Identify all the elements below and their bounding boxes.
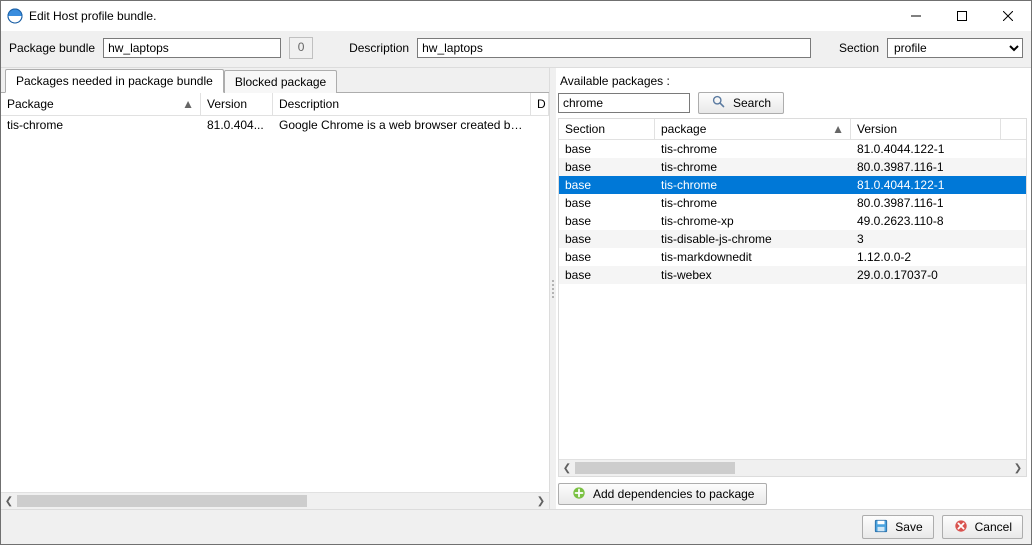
tabs: Packages needed in package bundle Blocke… [1, 68, 549, 93]
cancel-button[interactable]: Cancel [942, 515, 1023, 539]
section-select[interactable]: profile [887, 38, 1023, 58]
table-row[interactable]: basetis-chrome81.0.4044.122-1 [559, 176, 1026, 194]
table-row[interactable]: basetis-webex29.0.0.17037-0 [559, 266, 1026, 284]
save-button[interactable]: Save [862, 515, 933, 539]
maximize-button[interactable] [939, 1, 985, 31]
col-package[interactable]: Package ▲ [1, 93, 201, 115]
description-label: Description [349, 41, 409, 55]
col-section[interactable]: Section [559, 119, 655, 139]
col-description[interactable]: Description [273, 93, 531, 115]
titlebar: Edit Host profile bundle. [1, 1, 1031, 31]
needed-grid-body: tis-chrome81.0.404...Google Chrome is a … [1, 116, 549, 492]
col-version[interactable]: Version [201, 93, 273, 115]
description-input[interactable] [417, 38, 811, 58]
plus-icon [571, 486, 587, 502]
scroll-left-icon[interactable]: ❮ [1, 493, 17, 509]
sort-asc-icon: ▲ [832, 122, 844, 136]
close-button[interactable] [985, 1, 1031, 31]
needed-grid: Package ▲ Version Description D tis-chro… [1, 93, 549, 509]
minimize-button[interactable] [893, 1, 939, 31]
cancel-icon [953, 519, 969, 535]
available-grid-header: Section package ▲ Version [559, 119, 1026, 140]
col-package-r-label: package [661, 122, 706, 136]
save-button-label: Save [895, 520, 922, 534]
content: Packages needed in package bundle Blocke… [1, 68, 1031, 509]
cancel-button-label: Cancel [975, 520, 1012, 534]
table-row[interactable]: basetis-chrome-xp49.0.2623.110-8 [559, 212, 1026, 230]
right-hscrollbar[interactable]: ❮ ❯ [559, 459, 1026, 476]
sort-asc-icon: ▲ [182, 97, 194, 111]
search-row: Search [558, 92, 1027, 114]
add-dependencies-label: Add dependencies to package [593, 487, 754, 501]
left-panel: Packages needed in package bundle Blocke… [1, 68, 550, 509]
window-title: Edit Host profile bundle. [29, 9, 156, 23]
package-count-box: 0 [289, 37, 313, 59]
app-icon [7, 8, 23, 24]
right-panel: Available packages : Search Section pack… [556, 68, 1031, 509]
fields-row: Package bundle 0 Description Section pro… [1, 31, 1031, 68]
left-hscrollbar[interactable]: ❮ ❯ [1, 492, 549, 509]
col-extra[interactable]: D [531, 93, 549, 115]
scroll-right-icon[interactable]: ❯ [533, 493, 549, 509]
available-grid-body: basetis-chrome81.0.4044.122-1basetis-chr… [559, 140, 1026, 459]
search-icon [711, 95, 727, 111]
available-grid: Section package ▲ Version basetis-chrome… [558, 118, 1027, 477]
table-row[interactable]: basetis-chrome81.0.4044.122-1 [559, 140, 1026, 158]
col-version-r[interactable]: Version [851, 119, 1001, 139]
available-packages-label: Available packages : [558, 72, 1027, 92]
footer: Save Cancel [1, 509, 1031, 544]
package-bundle-input[interactable] [103, 38, 281, 58]
add-row: Add dependencies to package [558, 477, 1027, 505]
scroll-right-icon[interactable]: ❯ [1010, 460, 1026, 476]
search-button-label: Search [733, 96, 771, 110]
tab-blocked[interactable]: Blocked package [224, 70, 337, 93]
col-package-label: Package [7, 97, 54, 111]
table-row[interactable]: basetis-chrome80.0.3987.116-1 [559, 194, 1026, 212]
window: Edit Host profile bundle. Package bundle… [0, 0, 1032, 545]
save-icon [873, 519, 889, 535]
table-row[interactable]: basetis-chrome80.0.3987.116-1 [559, 158, 1026, 176]
section-label: Section [839, 41, 879, 55]
package-bundle-label: Package bundle [9, 41, 95, 55]
table-row[interactable]: basetis-markdownedit1.12.0.0-2 [559, 248, 1026, 266]
table-row[interactable]: basetis-disable-js-chrome3 [559, 230, 1026, 248]
needed-grid-header: Package ▲ Version Description D [1, 93, 549, 116]
search-button[interactable]: Search [698, 92, 784, 114]
tab-needed[interactable]: Packages needed in package bundle [5, 69, 224, 93]
scroll-left-icon[interactable]: ❮ [559, 460, 575, 476]
table-row[interactable]: tis-chrome81.0.404...Google Chrome is a … [1, 116, 549, 134]
search-input[interactable] [558, 93, 690, 113]
add-dependencies-button[interactable]: Add dependencies to package [558, 483, 767, 505]
col-package-r[interactable]: package ▲ [655, 119, 851, 139]
